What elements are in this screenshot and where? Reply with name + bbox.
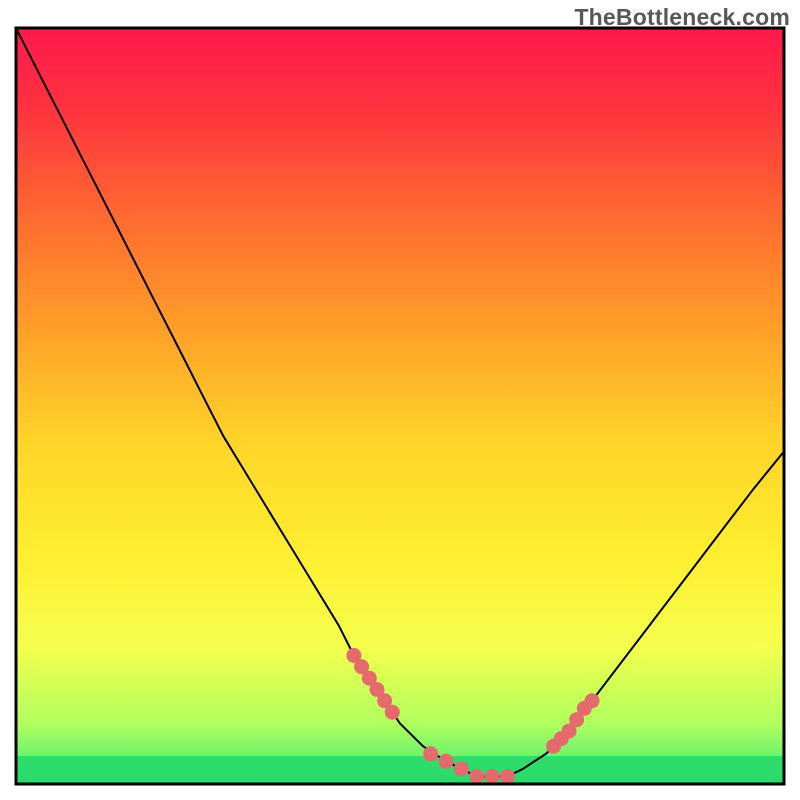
chart-green-band (16, 756, 784, 784)
chart-marker (424, 747, 438, 761)
chart-marker (439, 754, 453, 768)
chart-marker (385, 705, 399, 719)
chart-marker (470, 769, 484, 783)
chart-plot-area (16, 28, 784, 784)
chart-marker (454, 762, 468, 776)
bottleneck-chart (0, 0, 800, 800)
chart-marker (485, 769, 499, 783)
chart-marker (501, 769, 515, 783)
chart-marker (585, 694, 599, 708)
watermark-label: TheBottleneck.com (574, 4, 790, 31)
